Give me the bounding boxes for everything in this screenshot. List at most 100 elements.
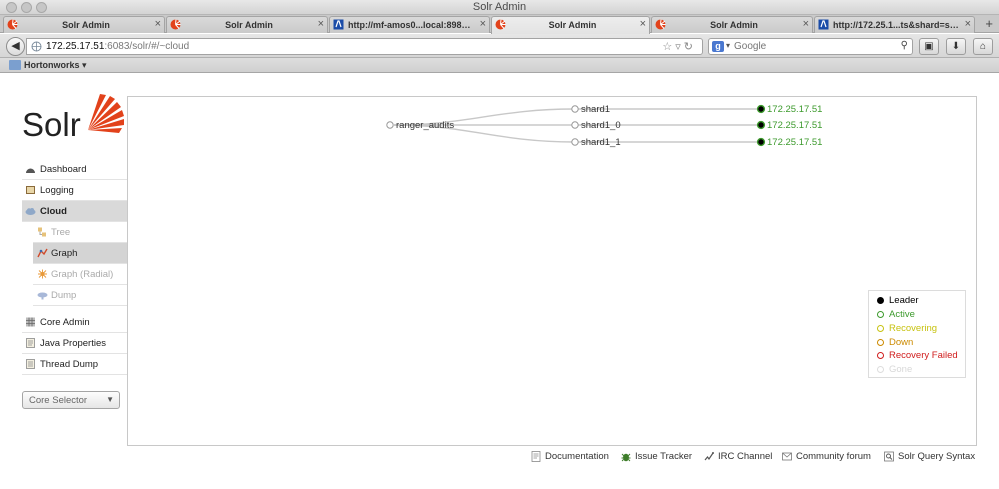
bookmark-star-icon[interactable]: ☆ xyxy=(662,41,675,53)
url-bar[interactable]: 172.25.17.51:6083/solr/#/~cloud ☆▿↻ xyxy=(26,38,703,55)
legend-down-dot xyxy=(877,339,884,346)
new-tab-button[interactable]: + xyxy=(985,16,993,31)
sidebar-item-dashboard[interactable]: Dashboard xyxy=(22,159,127,180)
navigation-bar: ◀ 172.25.17.51:6083/solr/#/~cloud ☆▿↻ g … xyxy=(0,34,999,58)
sidebar-item-label: Logging xyxy=(40,185,74,196)
replica-leader-node[interactable] xyxy=(756,104,766,114)
footer-link-label: Issue Tracker xyxy=(635,451,693,462)
sidebar-item-label: Dump xyxy=(51,290,77,301)
collection-label[interactable]: ranger_audits xyxy=(396,120,454,131)
browser-tab-3[interactable]: http://mf-amos0...local:8983_solr × xyxy=(329,16,490,33)
search-engine-caret-icon[interactable]: ▾ xyxy=(726,41,730,50)
back-button[interactable]: ◀ xyxy=(6,37,25,56)
replica-label[interactable]: 172.25.17.51 xyxy=(767,137,822,148)
dropdown-arrow-icon[interactable]: ▿ xyxy=(675,41,684,53)
community-forum-icon xyxy=(782,452,792,461)
thread-dump-icon xyxy=(26,359,35,369)
window-title: Solr Admin xyxy=(472,1,527,13)
sidebar-item-label: Thread Dump xyxy=(40,359,99,370)
legend-gone-label: Gone xyxy=(889,364,913,375)
shard-node[interactable] xyxy=(571,105,579,113)
sidebar-item-label: Dashboard xyxy=(40,164,87,175)
sidebar-item-java-properties[interactable]: Java Properties xyxy=(22,333,127,354)
home-button[interactable]: ⌂ xyxy=(973,38,993,55)
sidebar-item-thread-dump[interactable]: Thread Dump xyxy=(22,354,127,375)
replica-leader-node[interactable] xyxy=(756,137,766,147)
footer-link-label: Documentation xyxy=(545,451,609,462)
sidebar-item-core-admin[interactable]: Core Admin xyxy=(22,312,127,333)
shard-label[interactable]: shard1_0 xyxy=(581,120,621,131)
solr-logo-text: Solr xyxy=(22,106,81,143)
core-selector-dropdown[interactable]: Core Selector ▼ xyxy=(22,391,120,409)
legend-down-label: Down xyxy=(889,337,914,348)
shard-label[interactable]: shard1_1 xyxy=(581,137,621,148)
dashboard-icon xyxy=(26,168,35,173)
cloud-graph-panel: ranger_audits shard1 shard1_0 shard1_1 1… xyxy=(127,96,977,446)
tab-label: Solr Admin xyxy=(548,20,597,30)
collection-node[interactable] xyxy=(386,121,394,129)
dump-icon xyxy=(37,292,48,300)
close-tab-icon[interactable]: × xyxy=(318,18,324,30)
solr-icon xyxy=(495,19,506,30)
sidebar-item-label: Cloud xyxy=(40,206,67,217)
search-icon[interactable]: ⚲ xyxy=(901,40,908,51)
shard-node[interactable] xyxy=(571,121,579,129)
replica-leader-node[interactable] xyxy=(756,120,766,130)
close-tab-icon[interactable]: × xyxy=(803,18,809,30)
browser-tab-5[interactable]: Solr Admin × xyxy=(651,16,813,33)
close-tab-icon[interactable]: × xyxy=(640,18,646,30)
search-bar[interactable]: g ▾ ⚲ xyxy=(708,38,913,55)
url-text: 172.25.17.51:6083/solr/#/~cloud xyxy=(46,41,189,52)
browser-tab-1[interactable]: Solr Admin × xyxy=(3,16,165,33)
solr-logo[interactable]: Solr xyxy=(22,92,127,144)
close-tab-icon[interactable]: × xyxy=(480,18,486,30)
browser-tab-4-active[interactable]: Solr Admin × xyxy=(491,16,650,34)
browser-tab-6[interactable]: http://172.25.1...ts&shard=shard1 × xyxy=(814,16,975,33)
graph-legend: Leader Active Recovering Down Recovery F… xyxy=(868,290,966,378)
legend-recovery-failed-dot xyxy=(877,352,884,359)
shard-node[interactable] xyxy=(571,138,579,146)
sidebar-menu: Dashboard Logging Cloud Tree Graph Graph… xyxy=(22,159,127,375)
legend-leader-label: Leader xyxy=(889,295,919,306)
screenshot-tool-button[interactable]: ▣ xyxy=(919,38,939,55)
url-path: :6083/solr/#/~cloud xyxy=(104,41,190,52)
google-icon[interactable]: g xyxy=(712,41,724,52)
sidebar-item-dump[interactable]: Dump xyxy=(33,285,127,306)
close-tab-icon[interactable]: × xyxy=(155,18,161,30)
legend-recovering-dot xyxy=(877,325,884,332)
close-tab-icon[interactable]: × xyxy=(965,18,971,30)
sidebar-item-cloud[interactable]: Cloud xyxy=(22,201,127,222)
solr-icon xyxy=(170,19,181,30)
cloud-icon xyxy=(25,208,36,215)
replica-label[interactable]: 172.25.17.51 xyxy=(767,120,822,131)
issue-tracker-icon xyxy=(621,453,631,462)
reload-icon[interactable]: ↻ xyxy=(684,41,696,53)
sidebar-item-label: Tree xyxy=(51,227,71,238)
search-input[interactable] xyxy=(734,40,894,53)
replica-label[interactable]: 172.25.17.51 xyxy=(767,104,822,115)
tab-strip: Solr Admin × Solr Admin × http://mf-amos… xyxy=(0,15,999,34)
tree-icon xyxy=(38,227,46,237)
legend-gone-dot xyxy=(877,366,884,373)
footer-link-label: Solr Query Syntax xyxy=(898,451,976,462)
window-titlebar: Solr Admin xyxy=(0,0,999,15)
sidebar-item-logging[interactable]: Logging xyxy=(22,180,127,201)
logging-icon xyxy=(26,186,35,194)
solr-icon xyxy=(7,19,18,30)
sidebar-item-label: Graph (Radial) xyxy=(51,269,114,280)
sidebar-item-tree[interactable]: Tree xyxy=(33,222,127,243)
sidebar-item-graph[interactable]: Graph xyxy=(33,243,127,264)
cloud-graph: ranger_audits shard1 shard1_0 shard1_1 1… xyxy=(386,104,822,148)
footer-link-label: IRC Channel xyxy=(718,451,773,462)
shard-label[interactable]: shard1 xyxy=(581,104,610,115)
globe-icon xyxy=(31,41,42,52)
graph-radial-icon xyxy=(38,269,47,279)
sidebar-item-label: Java Properties xyxy=(40,338,107,349)
solr-sunburst-icon xyxy=(88,94,124,133)
browser-tab-2[interactable]: Solr Admin × xyxy=(166,16,328,33)
bookmark-hortonworks[interactable]: Hortonworks ▾ xyxy=(24,60,87,71)
download-button[interactable]: ⬇ xyxy=(946,38,966,55)
sidebar-item-graph-radial[interactable]: Graph (Radial) xyxy=(33,264,127,285)
documentation-icon xyxy=(531,451,541,462)
footer-link-label: Community forum xyxy=(796,451,871,462)
